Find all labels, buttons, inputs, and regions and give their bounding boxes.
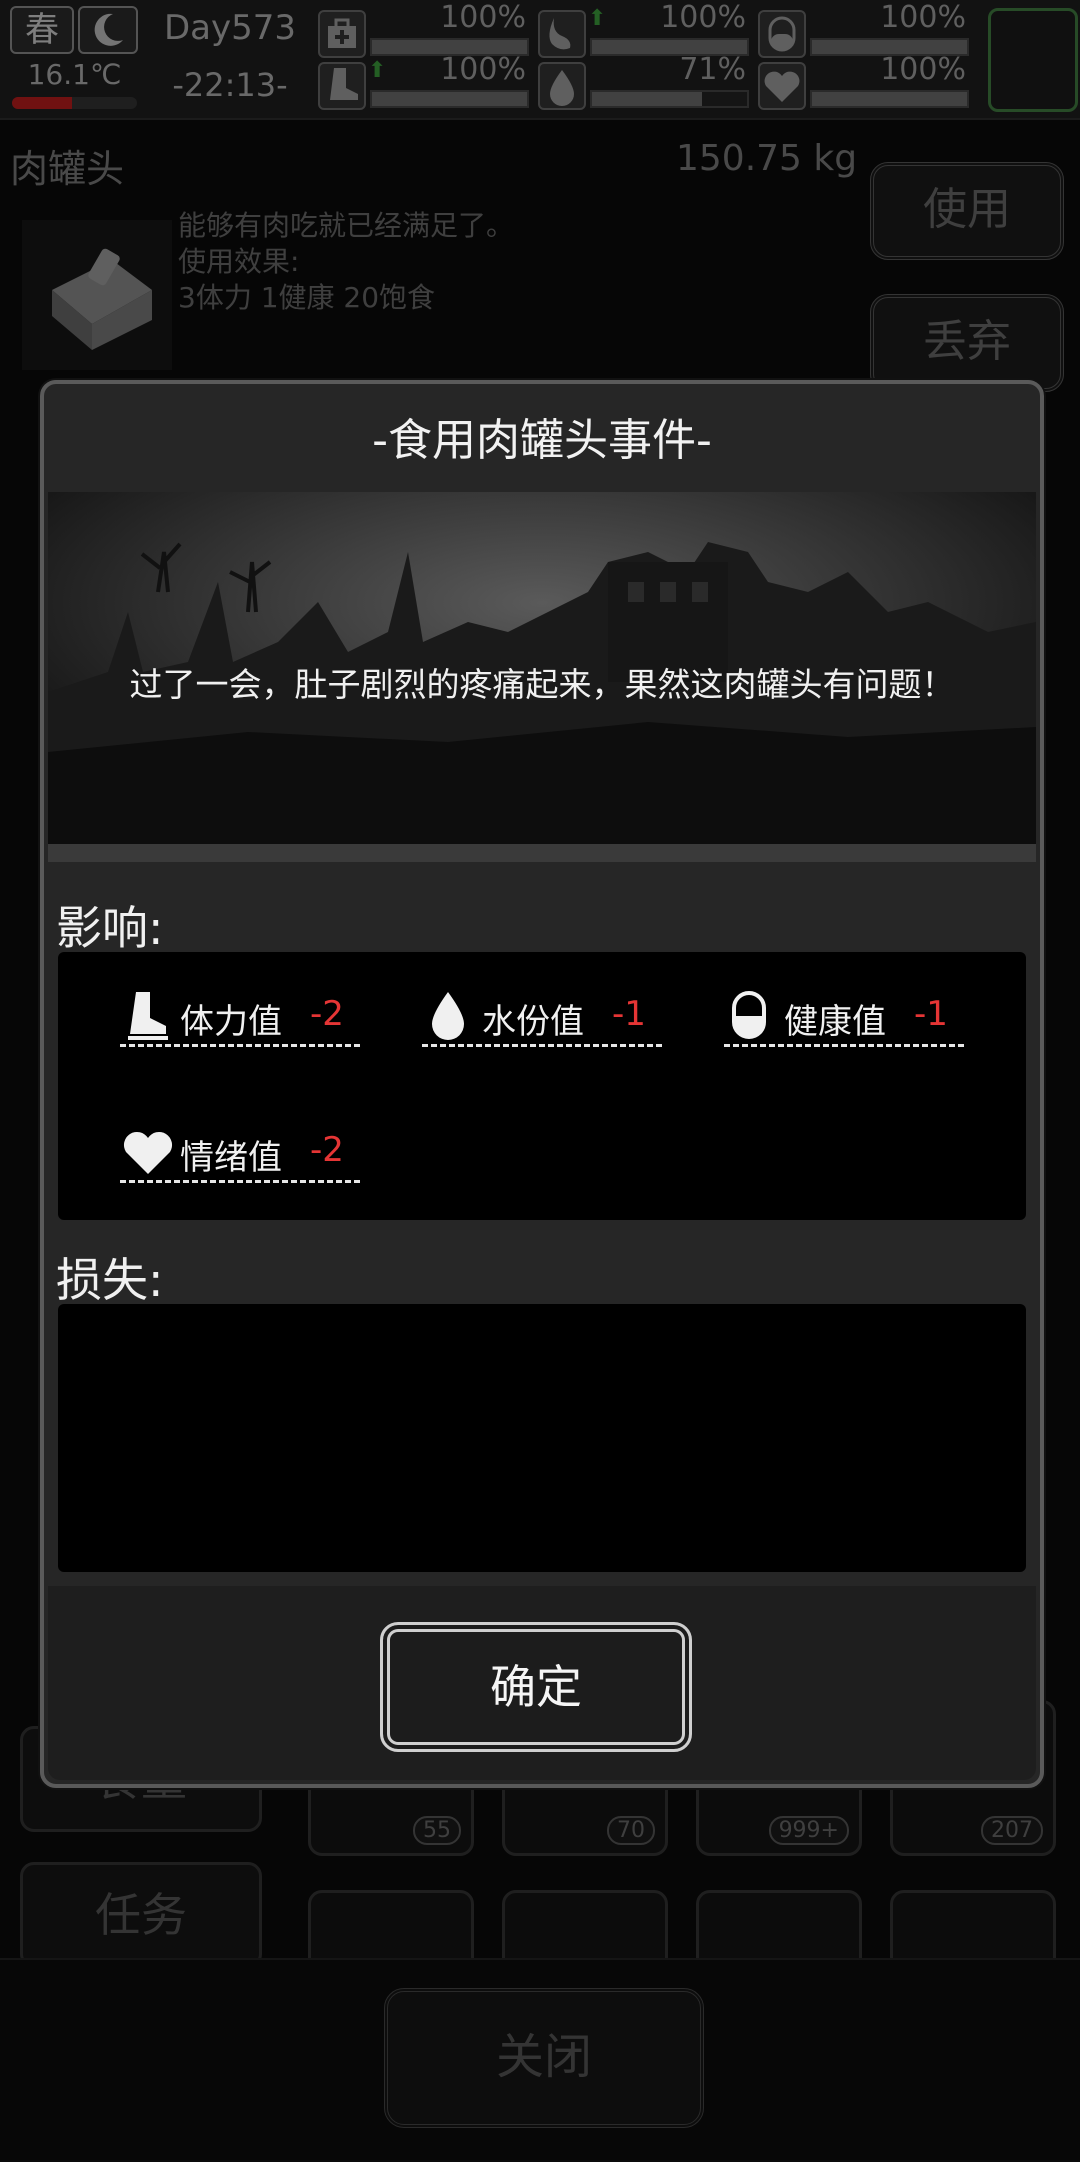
effect-stamina: 体力值 -2 xyxy=(120,982,360,1047)
effect-water: 水份值 -1 xyxy=(422,982,662,1047)
dialog-title: -食用肉罐头事件- xyxy=(372,415,712,466)
effects-panel: 体力值 -2 水份值 -1 健康值 -1 情绪值 -2 xyxy=(58,952,1026,1220)
confirm-button[interactable]: 确定 xyxy=(380,1622,692,1752)
boot-icon xyxy=(120,990,172,1042)
event-scene-image: 过了一会，肚子剧烈的疼痛起来，果然这肉罐头有问题！ xyxy=(48,492,1036,862)
water-drop-icon xyxy=(422,990,474,1042)
pill-icon xyxy=(724,990,776,1042)
heart-icon xyxy=(120,1126,173,1178)
event-text: 过了一会，肚子剧烈的疼痛起来，果然这肉罐头有问题！ xyxy=(129,665,955,704)
event-dialog: -食用肉罐头事件- 过了一会，肚子剧烈的疼痛起来，果然这肉罐头有问题！ 影响: xyxy=(40,380,1044,1788)
loss-heading: 损失: xyxy=(56,1253,164,1307)
effects-heading: 影响: xyxy=(56,901,164,955)
effect-health: 健康值 -1 xyxy=(724,982,964,1047)
loss-panel xyxy=(58,1304,1026,1572)
effect-mood: 情绪值 -2 xyxy=(120,1118,360,1183)
